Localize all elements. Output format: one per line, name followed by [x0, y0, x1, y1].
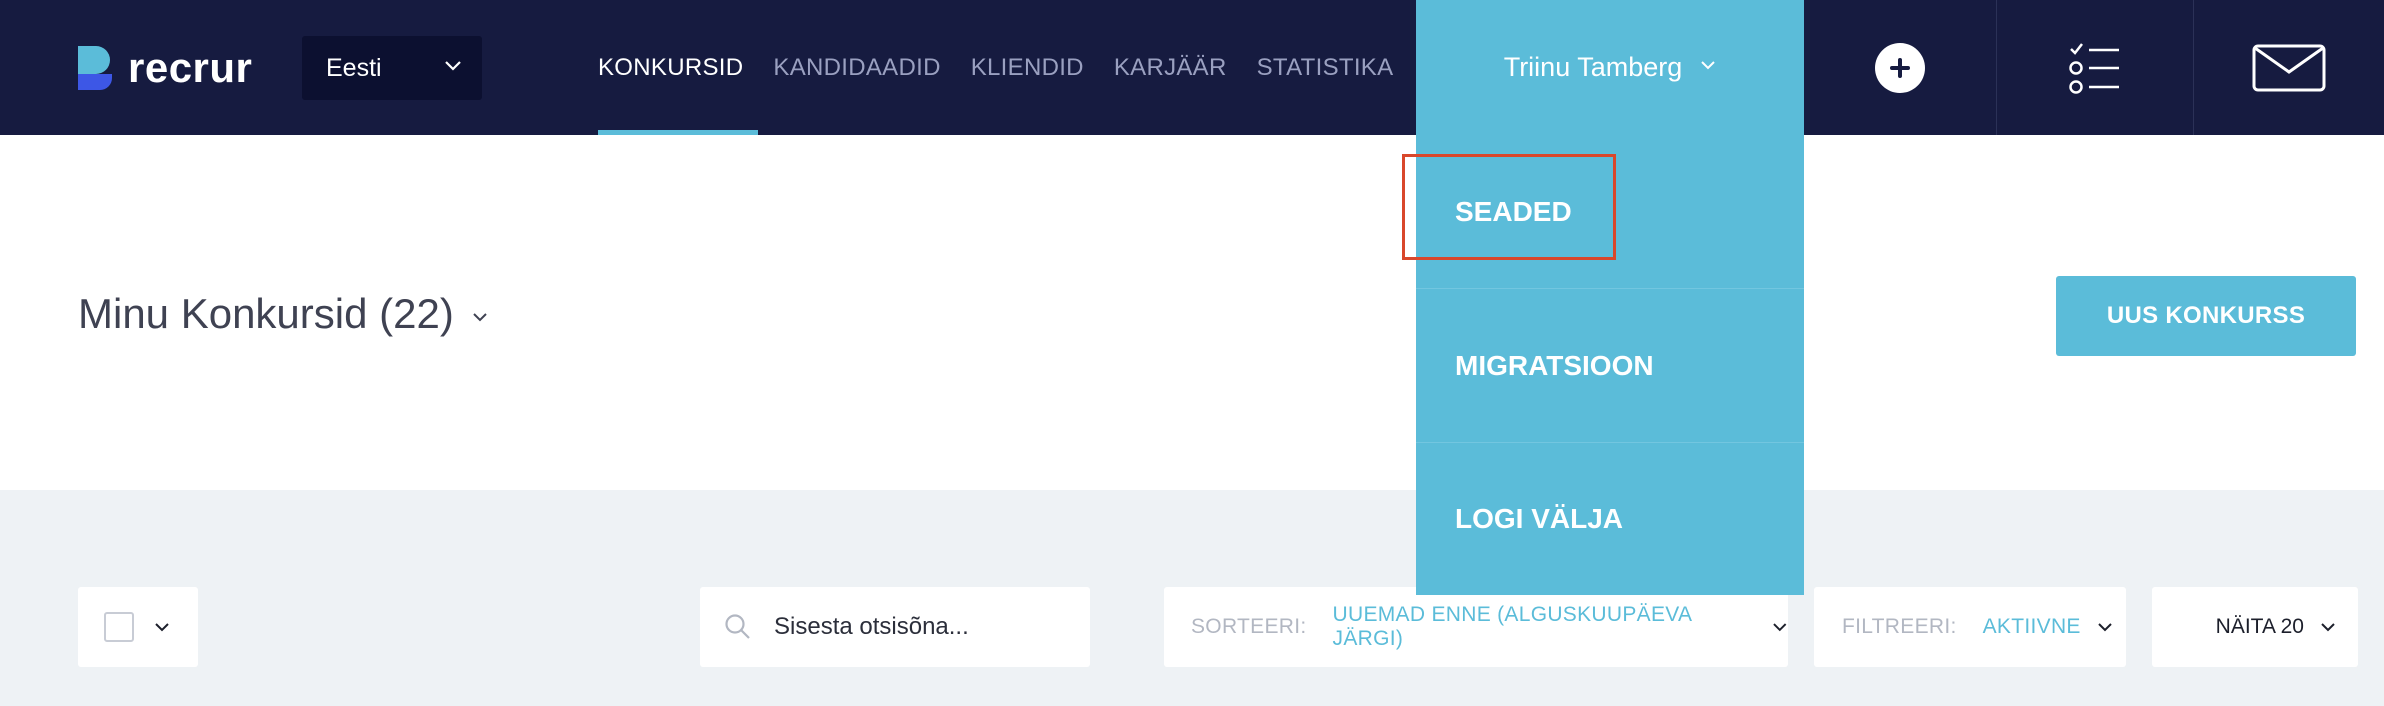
plus-icon [1875, 42, 1925, 93]
user-name: Triinu Tamberg [1503, 52, 1683, 82]
user-menu-toggle[interactable]: Triinu Tamberg [1416, 0, 1804, 135]
recrur-logo[interactable]: recrur [78, 44, 253, 91]
main-nav: KONKURSID KANDIDAADID KLIENDID KARJÄÄR S… [598, 0, 1408, 135]
logo-mark-icon [78, 46, 112, 90]
filter-select[interactable]: FILTREERI: AKTIIVNE [1814, 587, 2126, 667]
menu-item-migratsioon[interactable]: MIGRATSIOON [1416, 289, 1804, 443]
search-input[interactable]: Sisesta otsisõna... [700, 587, 1090, 667]
logo-text: recrur [128, 44, 253, 91]
search-placeholder: Sisesta otsisõna... [774, 613, 969, 640]
chevron-down-icon [1701, 61, 1715, 70]
highlight-annotation [1402, 154, 1616, 260]
chevron-down-icon[interactable] [154, 622, 170, 633]
page-size-select[interactable]: NÄITA 20 [2152, 587, 2358, 667]
mail-icon [2252, 44, 2326, 91]
tasks-button[interactable] [1997, 0, 2193, 135]
page-title-text: Minu Konkursid (22) [78, 290, 454, 337]
nav-item-kandidaadid[interactable]: KANDIDAADID [758, 0, 955, 135]
chevron-down-icon [2098, 622, 2112, 631]
nav-item-statistika[interactable]: STATISTIKA [1242, 0, 1409, 135]
filter-label: FILTREERI: [1842, 615, 1957, 638]
messages-button[interactable] [2194, 0, 2384, 135]
page-title[interactable]: Minu Konkursid (22) [78, 290, 488, 338]
sort-value: UUEMAD ENNE (ALGUSKUUPÄEVA JÄRGI) [1332, 603, 1692, 650]
nav-item-konkursid[interactable]: KONKURSID [598, 0, 759, 135]
chevron-down-icon [2321, 622, 2335, 631]
chevron-down-icon [445, 61, 461, 71]
top-navigation-bar: recrur Eesti KONKURSID KANDIDAADID KLIEN… [0, 0, 2384, 135]
add-button[interactable] [1804, 0, 1996, 135]
select-all-checkbox[interactable] [104, 612, 134, 642]
new-competition-button[interactable]: UUS KONKURSS [2056, 276, 2356, 356]
filter-value: AKTIIVNE [1982, 615, 2081, 638]
search-icon [725, 614, 750, 639]
sort-select[interactable]: SORTEERI: UUEMAD ENNE (ALGUSKUUPÄEVA JÄR… [1164, 587, 1788, 667]
select-all-control[interactable] [78, 587, 198, 667]
page-size-value: NÄITA 20 [2215, 615, 2304, 638]
nav-item-kliendid[interactable]: KLIENDID [956, 0, 1099, 135]
checklist-icon [2069, 42, 2119, 94]
chevron-down-icon [1773, 622, 1787, 631]
nav-item-karjaar[interactable]: KARJÄÄR [1099, 0, 1242, 135]
language-value: Eesti [326, 53, 382, 82]
language-select[interactable]: Eesti [302, 36, 482, 100]
sort-label: SORTEERI: [1191, 615, 1307, 638]
menu-item-logi-valja[interactable]: LOGI VÄLJA [1416, 443, 1804, 595]
chevron-down-icon [473, 312, 487, 321]
